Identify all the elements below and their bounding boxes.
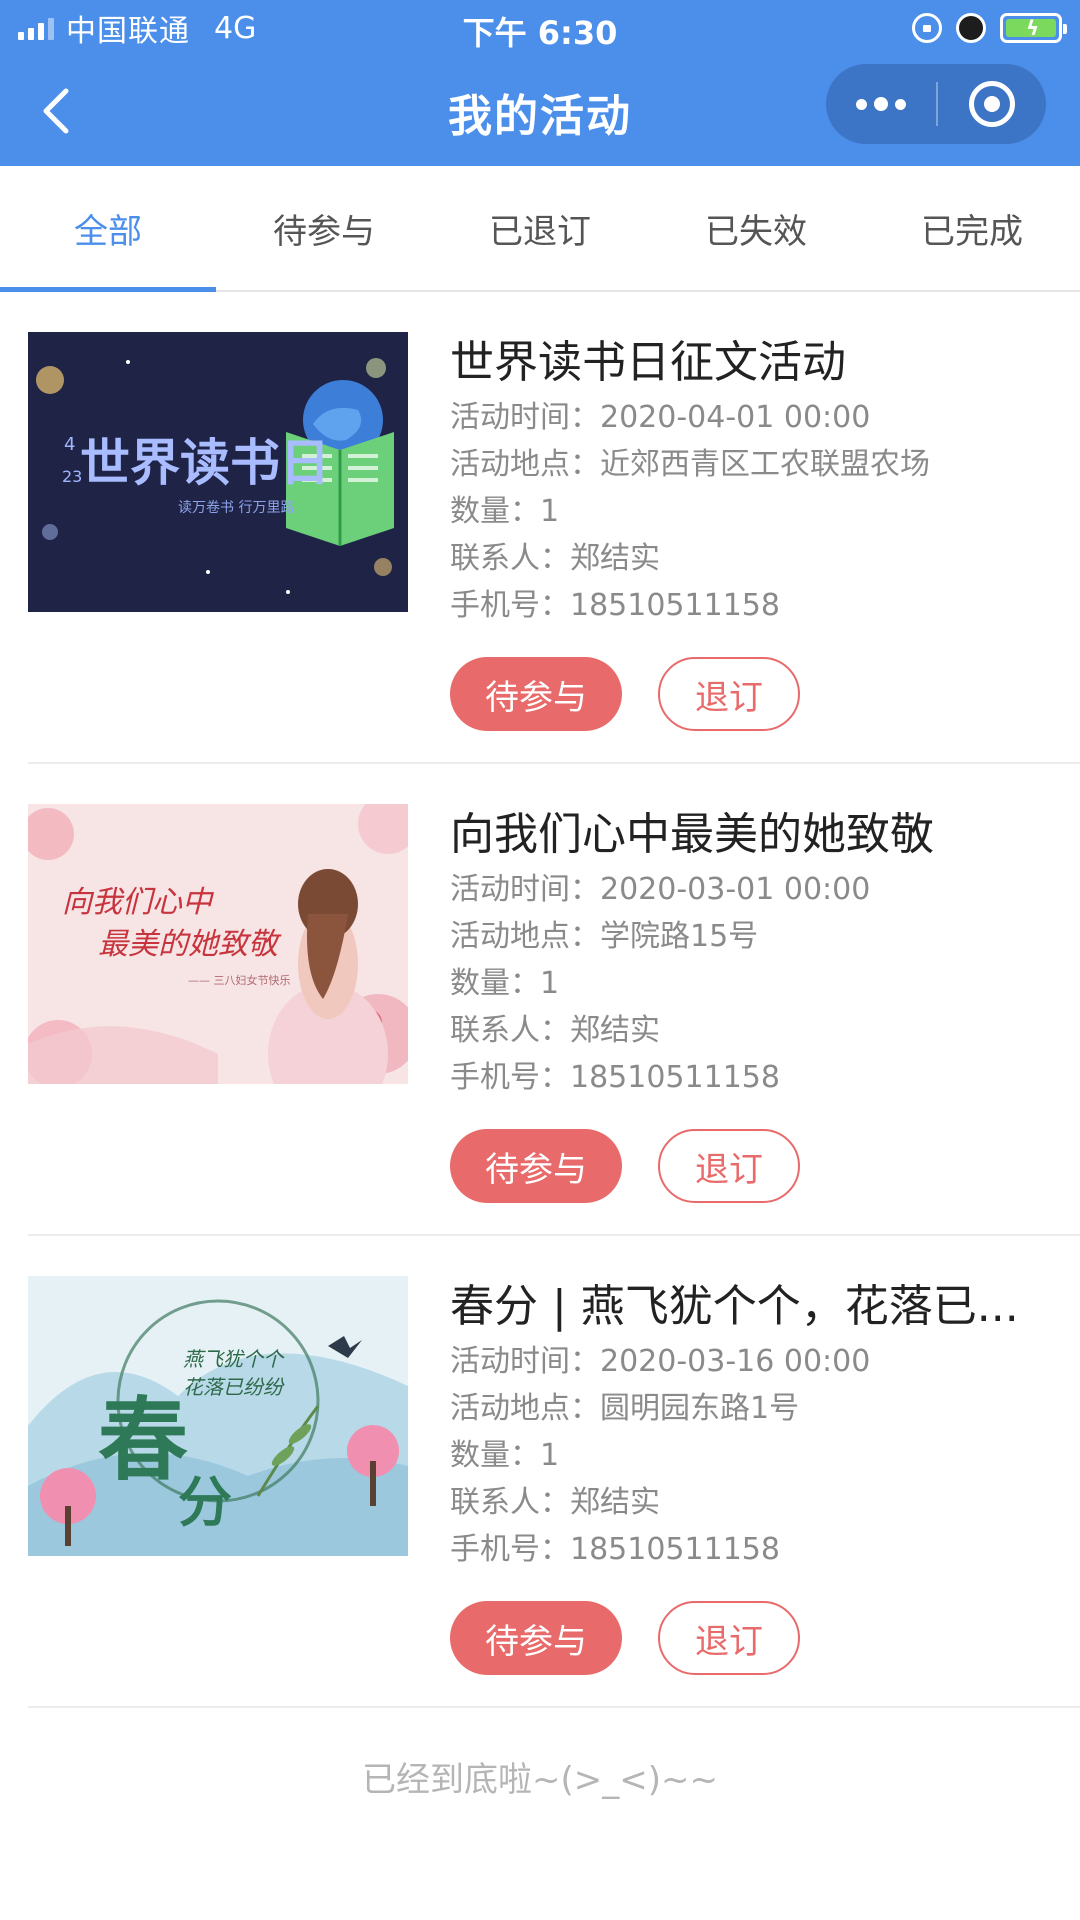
activity-card[interactable]: 4 23 世界读书日 读万卷书 行万里路 世界读书日征文活动 活动时间：2020… — [28, 292, 1080, 764]
more-menu-icon[interactable] — [826, 64, 936, 144]
poster-big-char-2: 分 — [178, 1471, 232, 1534]
activity-contact: 联系人：郑结实 — [450, 1485, 660, 1520]
activity-quantity: 数量：1 — [450, 966, 560, 1001]
activity-quantity: 数量：1 — [450, 1438, 560, 1473]
activity-title: 春分 | 燕飞犹个个，花落已... — [450, 1281, 1019, 1332]
tab-expired[interactable]: 已失效 — [648, 166, 864, 290]
unsubscribe-button[interactable]: 退订 — [658, 1129, 800, 1203]
activity-card[interactable]: 向我们心中 最美的她致敬 —— 三八妇女节快乐 向我们心中最美的她致敬 活动时间… — [28, 764, 1080, 1236]
activity-info: 世界读书日征文活动 活动时间：2020-04-01 00:00 活动地点：近郊西… — [450, 332, 1060, 731]
status-bar: 中国联通 4G 下午 6:30 ϟ — [0, 0, 1080, 56]
rotation-lock-icon — [912, 13, 942, 43]
unsubscribe-button[interactable]: 退订 — [658, 1601, 800, 1675]
activity-actions: 待参与 退订 — [450, 1129, 1060, 1203]
unsubscribe-button[interactable]: 退订 — [658, 657, 800, 731]
miniprogram-capsule — [826, 64, 1046, 144]
activity-actions: 待参与 退订 — [450, 657, 1060, 731]
tab-unsubscribed[interactable]: 已退订 — [432, 166, 648, 290]
join-button[interactable]: 待参与 — [450, 657, 622, 731]
alarm-icon — [956, 13, 986, 43]
app-header: 中国联通 4G 下午 6:30 ϟ 我的活动 — [0, 0, 1080, 166]
activity-place: 活动地点：学院路15号 — [450, 919, 759, 954]
tab-all[interactable]: 全部 — [0, 166, 216, 292]
join-button[interactable]: 待参与 — [450, 1601, 622, 1675]
activity-title: 向我们心中最美的她致敬 — [450, 809, 934, 860]
poster-poem-2: 花落已纷纷 — [183, 1375, 285, 1399]
poster-subtitle: —— 三八妇女节快乐 — [188, 973, 291, 987]
activity-info: 向我们心中最美的她致敬 活动时间：2020-03-01 00:00 活动地点：学… — [450, 804, 1060, 1203]
status-right: ϟ — [912, 10, 1067, 46]
poster-big-char-1: 春 — [98, 1388, 188, 1493]
poster-poem-1: 燕飞犹个个 — [183, 1347, 285, 1371]
activity-poster[interactable]: 向我们心中 最美的她致敬 —— 三八妇女节快乐 — [28, 804, 408, 1084]
battery-icon: ϟ — [1000, 13, 1067, 43]
activity-actions: 待参与 退订 — [450, 1601, 1060, 1675]
activity-phone: 手机号：18510511158 — [450, 588, 780, 623]
activity-poster[interactable]: 春 分 燕飞犹个个 花落已纷纷 — [28, 1276, 408, 1556]
activity-contact: 联系人：郑结实 — [450, 541, 660, 576]
activity-title: 世界读书日征文活动 — [450, 337, 846, 388]
activity-list: 4 23 世界读书日 读万卷书 行万里路 世界读书日征文活动 活动时间：2020… — [0, 292, 1080, 1708]
activity-card[interactable]: 春 分 燕飞犹个个 花落已纷纷 春分 | 燕飞犹个个，花落已... 活动时间：2… — [28, 1236, 1080, 1708]
close-target-icon[interactable] — [938, 64, 1046, 144]
activity-place: 活动地点：近郊西青区工农联盟农场 — [450, 447, 930, 482]
activity-contact: 联系人：郑结实 — [450, 1013, 660, 1048]
activity-poster[interactable]: 4 23 世界读书日 读万卷书 行万里路 — [28, 332, 408, 612]
poster-line-2: 最美的她致敬 — [98, 927, 282, 962]
status-tabs: 全部 待参与 已退订 已失效 已完成 — [0, 166, 1080, 292]
activity-phone: 手机号：18510511158 — [450, 1532, 780, 1567]
tab-completed[interactable]: 已完成 — [864, 166, 1080, 290]
activity-time: 活动时间：2020-03-01 00:00 — [450, 872, 871, 907]
activity-place: 活动地点：圆明园东路1号 — [450, 1391, 800, 1426]
end-of-list-note: 已经到底啦~(>_<)~~ — [362, 1760, 718, 1800]
navigation-bar: 我的活动 — [0, 56, 1080, 166]
activity-phone: 手机号：18510511158 — [450, 1060, 780, 1095]
activity-time: 活动时间：2020-04-01 00:00 — [450, 400, 871, 435]
join-button[interactable]: 待参与 — [450, 1129, 622, 1203]
activity-info: 春分 | 燕飞犹个个，花落已... 活动时间：2020-03-16 00:00 … — [450, 1276, 1060, 1675]
poster-headline: 世界读书日 — [80, 434, 330, 492]
poster-slogan: 读万卷书 行万里路 — [178, 499, 294, 516]
tab-pending[interactable]: 待参与 — [216, 166, 432, 290]
poster-date-top: 4 — [64, 434, 75, 455]
activity-time: 活动时间：2020-03-16 00:00 — [450, 1344, 871, 1379]
poster-line-1: 向我们心中 — [62, 885, 215, 920]
activity-quantity: 数量：1 — [450, 494, 560, 529]
